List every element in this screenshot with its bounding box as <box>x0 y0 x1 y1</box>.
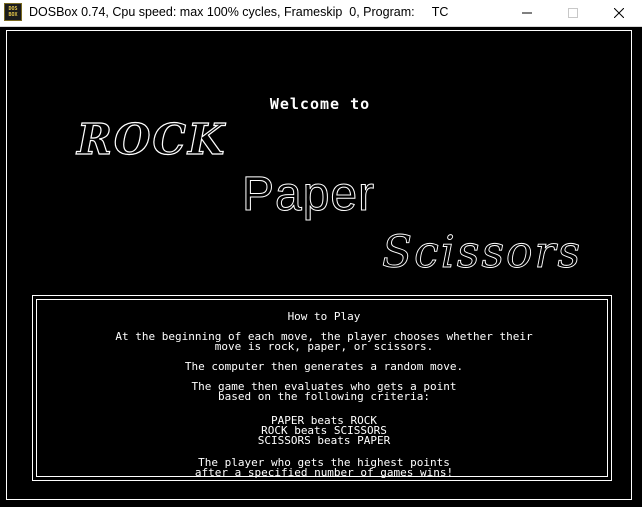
window-title: DOSBox 0.74, Cpu speed: max 100% cycles,… <box>29 5 449 19</box>
dos-screen[interactable]: Welcome to ROCK Paper Scissors How to Pl… <box>0 27 642 507</box>
dosbox-app-icon[interactable]: DOS BOX <box>4 3 22 21</box>
minimize-icon <box>522 12 532 14</box>
maximize-icon <box>568 8 578 18</box>
minimize-button[interactable] <box>504 0 550 26</box>
close-button[interactable] <box>596 0 642 26</box>
welcome-text: Welcome to <box>269 95 371 113</box>
screen-border: Welcome to ROCK Paper Scissors How to Pl… <box>6 30 632 500</box>
how-to-play-panel: How to Play At the beginning of each mov… <box>32 295 612 481</box>
close-icon <box>614 8 624 18</box>
maximize-button[interactable] <box>550 0 596 26</box>
scissors-title: Scissors <box>382 227 583 279</box>
how-to-play-inner-border: How to Play At the beginning of each mov… <box>36 299 608 479</box>
instructions-paragraph-1: At the beginning of each move, the playe… <box>115 330 533 353</box>
window-titlebar[interactable]: DOS BOX DOSBox 0.74, Cpu speed: max 100%… <box>0 0 642 27</box>
instructions-paragraph-4: The player who gets the highest points a… <box>194 456 454 479</box>
instructions-paragraph-2: The computer then generates a random mov… <box>184 360 464 373</box>
paper-title: Paper <box>241 168 376 222</box>
rules-list: PAPER beats ROCK ROCK beats SCISSORS SCI… <box>257 414 391 447</box>
rock-title: ROCK <box>76 114 227 164</box>
instructions-paragraph-3: The game then evaluates who gets a point… <box>191 380 457 403</box>
how-to-play-heading: How to Play <box>287 310 361 323</box>
